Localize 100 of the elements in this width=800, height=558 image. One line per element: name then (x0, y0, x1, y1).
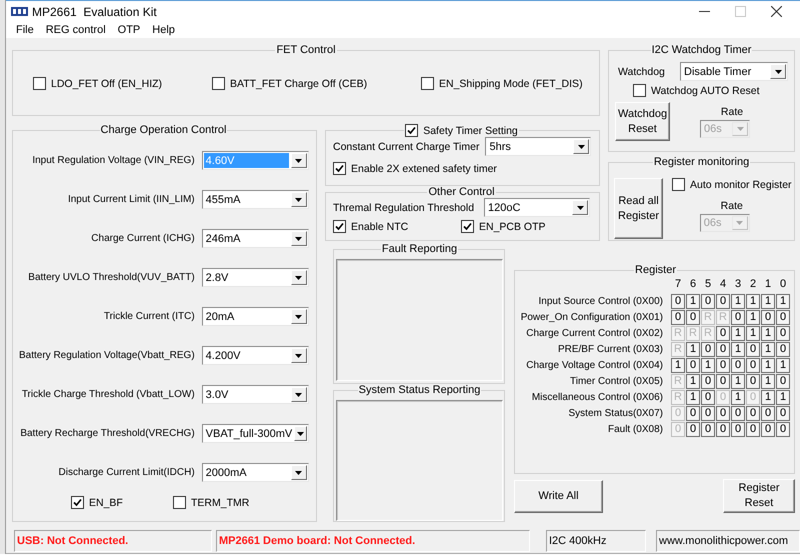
bit-cell[interactable]: 0 (701, 294, 715, 309)
checkbox[interactable] (333, 162, 346, 175)
dropdown[interactable]: 5hrs (485, 137, 592, 156)
bit-cell[interactable]: 1 (761, 294, 775, 309)
dropdown[interactable]: Disable Timer (680, 62, 788, 81)
dropdown[interactable]: 120oC (484, 198, 590, 217)
bit-cell[interactable]: 1 (746, 310, 760, 325)
bit-cell[interactable]: 1 (671, 358, 685, 373)
bit-cell[interactable]: 1 (731, 374, 745, 389)
bit-cell[interactable]: 0 (701, 422, 715, 437)
bit-cell[interactable]: 0 (716, 406, 730, 421)
bit-cell[interactable]: 0 (746, 422, 760, 437)
bit-cell[interactable]: 0 (731, 358, 745, 373)
checkbox[interactable] (672, 178, 685, 191)
bit-cell[interactable]: 1 (686, 294, 700, 309)
checkbox[interactable] (333, 220, 346, 233)
bit-cell[interactable]: 1 (776, 390, 790, 405)
bit-cell[interactable]: 0 (746, 406, 760, 421)
register-reset-button[interactable]: Register Reset (723, 479, 795, 513)
group-title: System Status Reporting (358, 384, 480, 396)
bit-cell[interactable]: 0 (701, 374, 715, 389)
bit-cell[interactable]: 0 (776, 342, 790, 357)
bit-cell[interactable]: 0 (716, 326, 730, 341)
bit-cell[interactable]: 0 (761, 310, 775, 325)
checkbox[interactable] (421, 77, 434, 90)
dropdown[interactable]: 2.8V (202, 268, 309, 287)
checkbox[interactable] (71, 496, 84, 509)
bit-cell[interactable]: 1 (776, 294, 790, 309)
menu-item[interactable]: OTP (112, 24, 146, 36)
bit-cell[interactable]: 0 (776, 310, 790, 325)
bit-cell[interactable]: 0 (671, 294, 685, 309)
checkbox[interactable] (633, 84, 646, 97)
dropdown[interactable]: 455mA (202, 190, 309, 209)
bit-cell[interactable]: 0 (716, 294, 730, 309)
menu-item[interactable]: Help (146, 24, 181, 36)
bit-cell[interactable]: 0 (686, 422, 700, 437)
bit-cell[interactable]: 0 (731, 310, 745, 325)
caret-icon (295, 354, 302, 358)
bit-cell[interactable]: 0 (701, 390, 715, 405)
watchdog-reset-button[interactable]: Watchdog Reset (615, 102, 670, 141)
checkbox[interactable] (33, 77, 46, 90)
bit-cell[interactable]: 1 (686, 390, 700, 405)
menu-item[interactable]: REG control (40, 24, 112, 36)
bit-cell[interactable]: 1 (731, 342, 745, 357)
bit-cell[interactable]: 0 (671, 310, 685, 325)
bit-cell[interactable]: 1 (746, 294, 760, 309)
write-all-button[interactable]: Write All (514, 480, 603, 512)
checkbox[interactable] (212, 77, 225, 90)
checkbox[interactable] (405, 124, 418, 137)
bit-cell[interactable]: 0 (746, 374, 760, 389)
bit-cell[interactable]: 0 (716, 358, 730, 373)
bit-cell[interactable]: 1 (761, 342, 775, 357)
bit-cell[interactable]: 0 (761, 406, 775, 421)
dropdown[interactable]: VBAT_full-300mV (202, 424, 309, 443)
bit-cell[interactable]: 1 (746, 326, 760, 341)
bit-cell[interactable]: 1 (761, 390, 775, 405)
bit-cell[interactable]: 1 (761, 374, 775, 389)
dropdown[interactable]: 246mA (202, 229, 309, 248)
bit-cell[interactable]: 1 (776, 358, 790, 373)
menu-item[interactable]: File (10, 24, 40, 36)
bit-cell[interactable]: 1 (686, 342, 700, 357)
bit-cell[interactable]: 1 (731, 294, 745, 309)
bit-cell[interactable]: 0 (746, 342, 760, 357)
column-header: 6 (688, 278, 698, 292)
bit-cell[interactable]: 1 (686, 374, 700, 389)
bit-cell[interactable]: 0 (776, 374, 790, 389)
dropdown[interactable]: 20mA (202, 307, 309, 326)
checkbox-label: TERM_TMR (191, 496, 250, 508)
bit-cell[interactable]: 0 (686, 310, 700, 325)
bit-cell[interactable]: 1 (731, 326, 745, 341)
bit-cell[interactable]: 0 (701, 406, 715, 421)
bit-cell[interactable]: 1 (761, 326, 775, 341)
dropdown[interactable]: 4.200V (202, 346, 309, 365)
bit-cell[interactable]: 1 (761, 358, 775, 373)
bit-cell[interactable]: 0 (746, 358, 760, 373)
bit-cell[interactable]: 0 (731, 406, 745, 421)
bit-cell[interactable]: 0 (761, 422, 775, 437)
read-all-register-button[interactable]: Read all Register (614, 178, 663, 239)
checkbox[interactable] (461, 220, 474, 233)
bit-cell[interactable]: 0 (686, 406, 700, 421)
field-label: Constant Current Charge Timer (333, 140, 480, 152)
checkbox[interactable] (173, 496, 186, 509)
bit-cell[interactable]: 0 (776, 406, 790, 421)
dropdown[interactable]: 2000mA (202, 463, 309, 482)
bit-cell[interactable]: 0 (731, 422, 745, 437)
minimize-icon[interactable] (698, 11, 710, 12)
register-name: Miscellaneous Control (0X06) (530, 391, 664, 405)
bit-cell[interactable]: 0 (716, 422, 730, 437)
bit-cell[interactable]: 0 (716, 342, 730, 357)
caret-icon (295, 276, 302, 280)
bit-cell[interactable]: 0 (716, 374, 730, 389)
bit-cell[interactable]: 1 (701, 358, 715, 373)
bit-cell[interactable]: 0 (686, 358, 700, 373)
bit-cell[interactable]: 0 (776, 326, 790, 341)
bit-cell[interactable]: 1 (731, 390, 745, 405)
dropdown[interactable]: 3.0V (202, 385, 309, 404)
close-icon[interactable] (770, 6, 782, 17)
checkbox-label: EN_Shipping Mode (FET_DIS) (439, 78, 583, 90)
bit-cell[interactable]: 0 (701, 342, 715, 357)
bit-cell[interactable]: 0 (776, 422, 790, 437)
